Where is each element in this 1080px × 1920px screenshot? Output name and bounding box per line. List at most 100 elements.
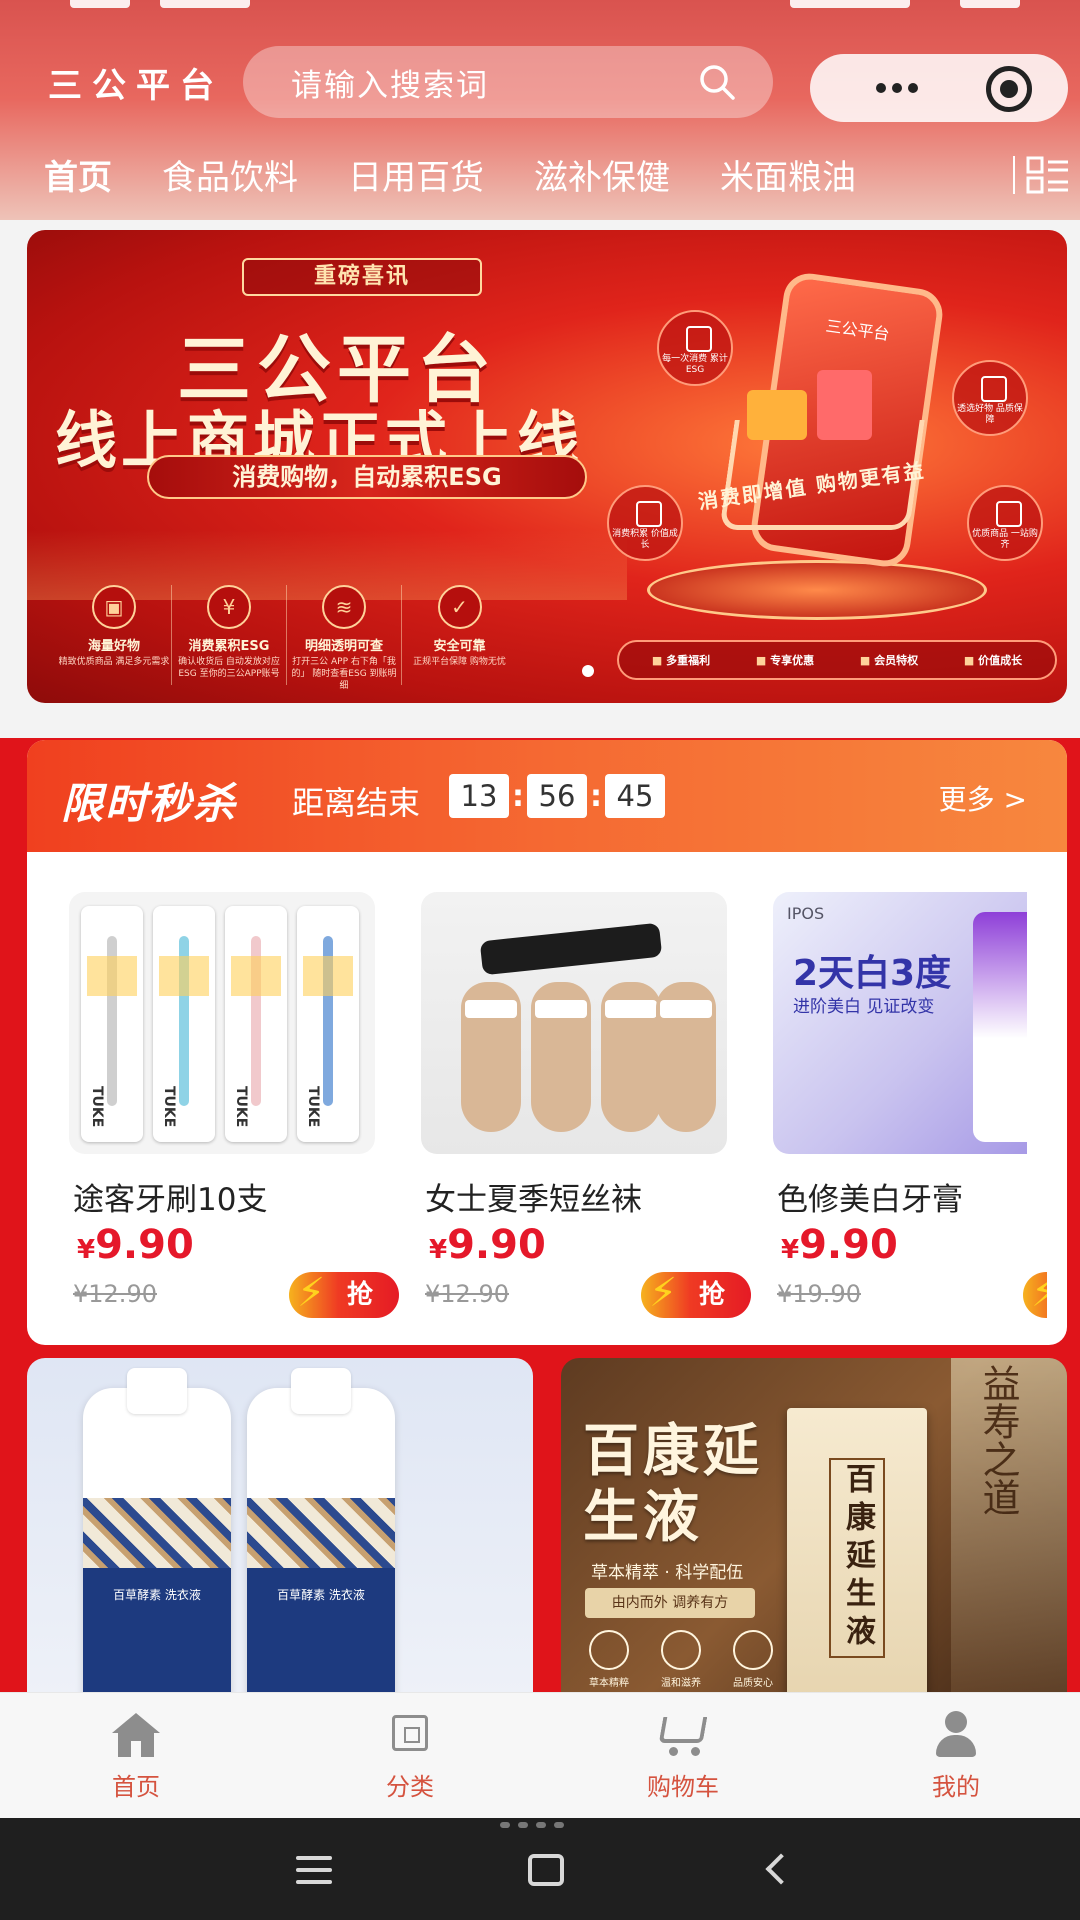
home-button-icon[interactable] <box>528 1854 564 1886</box>
currency-symbol: ¥ <box>77 1235 96 1265</box>
tab-health[interactable]: 滋补保健 <box>534 150 670 199</box>
bag-icon: ▣ <box>92 585 136 629</box>
product-name: 途客牙刷10支 <box>73 1182 268 1218</box>
perk-item: 多重福利 <box>652 652 710 668</box>
countdown-label: 距离结束 <box>292 784 421 822</box>
bottle-label: 百草酵素 洗衣液 <box>277 1588 365 1602</box>
paste-brand: IPOS <box>787 904 825 923</box>
promo-card-detergent[interactable]: 百草酵素 洗衣液 百草酵素 洗衣液 <box>27 1358 533 1698</box>
grab-label: 抢 <box>698 1280 725 1310</box>
perk-item: 价值成长 <box>964 652 1022 668</box>
tab-category-nav[interactable]: 分类 <box>350 1709 470 1802</box>
status-icons-fragment <box>160 0 250 8</box>
display-stage <box>647 560 987 620</box>
promo-card-tonic[interactable]: 益寿之道 百康延生液 草本精萃 · 科学配伍 由内而外 调养有方 草本精粹 温和… <box>561 1358 1067 1698</box>
feature-item: ¥ 消费累积ESG 确认收货后 自动发放对应ESG 至你的三公APP账号 <box>172 585 287 685</box>
grab-button[interactable]: ⚡抢 <box>1023 1270 1047 1318</box>
timer-separator: : <box>512 778 524 814</box>
product-image-socks <box>421 892 727 1154</box>
lightning-icon: ⚡ <box>1031 1270 1047 1316</box>
price-value: 9.90 <box>799 1222 898 1268</box>
original-price: ¥12.90 <box>425 1280 509 1308</box>
perk-item: 专享优惠 <box>756 652 814 668</box>
original-price: ¥19.90 <box>777 1280 861 1308</box>
search-input[interactable]: 请输入搜索词 <box>243 46 773 118</box>
perk-item: 会员特权 <box>860 652 918 668</box>
status-time-fragment <box>70 0 130 8</box>
close-miniapp-icon[interactable] <box>986 66 1032 112</box>
phone-screen-text: 三公平台 <box>824 316 891 344</box>
nourish-icon: 温和滋养 <box>651 1630 711 1689</box>
benefit-bubble: 每一次消费 累计ESG <box>657 310 733 386</box>
shield-icon: ✓ <box>437 585 482 629</box>
tab-food-drink[interactable]: 食品饮料 <box>162 150 298 199</box>
toothbrush-pack: TUKE <box>225 906 287 1142</box>
more-menu-icon[interactable] <box>852 68 942 108</box>
promo-title: 百康延生液 <box>583 1418 763 1550</box>
price-value: 9.90 <box>447 1222 546 1268</box>
promo-ribbon: 由内而外 调养有方 <box>585 1588 755 1618</box>
black-sock <box>479 922 663 976</box>
flash-sale-more-link[interactable]: 更多 > <box>939 778 1027 818</box>
coins-icon: ≋ <box>322 585 366 629</box>
product-card[interactable]: TUKE TUKE TUKE TUKE 途客牙刷10支 ¥9.90 ¥12.90… <box>27 852 399 1345</box>
tab-profile-nav[interactable]: 我的 <box>896 1709 1016 1802</box>
tab-home[interactable]: 首页 <box>44 150 112 199</box>
bottom-tab-bar: 首页 分类 购物车 我的 <box>0 1692 1080 1818</box>
product-card[interactable]: 女士夏季短丝袜 ¥9.90 ¥12.90 ⚡ 抢 <box>379 852 751 1345</box>
calligraphy-text: 益寿之道 <box>976 1364 1020 1516</box>
miniapp-capsule <box>810 54 1068 122</box>
product-price: ¥9.90 <box>77 1222 194 1268</box>
toothbrush-pack: TUKE <box>297 906 359 1142</box>
herb-icon: 草本精粹 <box>579 1630 639 1689</box>
currency-symbol: ¥ <box>781 1235 800 1265</box>
toothpaste-tube <box>973 912 1027 1142</box>
feature-name: 海量好物 <box>87 639 140 654</box>
nude-sock <box>531 982 591 1132</box>
quality-shield-icon: 品质安心 <box>723 1630 783 1689</box>
tab-cart-nav[interactable]: 购物车 <box>623 1709 743 1802</box>
nude-sock <box>601 982 661 1132</box>
page-indicator <box>500 1822 564 1828</box>
benefit-bubble: 优质商品 一站购齐 <box>967 485 1043 561</box>
promo-banner[interactable]: 重磅喜讯 三公平台 线上商城正式上线 消费购物，自动累积ESG ▣ 海量好物 精… <box>27 230 1067 703</box>
icon-caption: 草本精粹 <box>589 1678 629 1689</box>
toothbrush-pack: TUKE <box>81 906 143 1142</box>
flash-sale-header: 限时秒杀 距离结束 13 : 56 : 45 更多 > <box>27 740 1067 852</box>
flash-sale-title: 限时秒杀 <box>61 779 238 828</box>
paste-headline: 2天白3度 <box>793 953 952 994</box>
category-grid-icon[interactable] <box>1012 154 1070 196</box>
currency-symbol: ¥ <box>429 1235 448 1265</box>
product-price: ¥9.90 <box>781 1222 898 1268</box>
tab-daily-goods[interactable]: 日用百货 <box>348 150 484 199</box>
lightning-icon: ⚡ <box>297 1270 326 1316</box>
tonic-package: 百康延生液 <box>787 1408 927 1698</box>
nude-sock <box>656 982 716 1132</box>
recent-apps-icon[interactable] <box>296 1856 332 1884</box>
countdown-seconds: 45 <box>605 774 665 818</box>
feature-desc: 正规平台保障 购物无忧 <box>413 657 506 667</box>
promo-subtitle: 草本精萃 · 科学配伍 <box>591 1563 744 1583</box>
product-card[interactable]: IPOS 2天白3度 进阶美白 见证改变 色修美白牙膏 ¥9.90 ¥19.90… <box>731 852 1047 1345</box>
price-value: 9.90 <box>95 1222 194 1268</box>
toothbrush-pack: TUKE <box>153 906 215 1142</box>
nude-sock <box>461 982 521 1132</box>
back-icon[interactable] <box>765 1853 797 1885</box>
app-header: 三公平台 请输入搜索词 首页 食品饮料 日用百货 滋补保健 米面粮油 <box>0 0 1080 220</box>
carousel-indicator[interactable] <box>582 665 594 677</box>
icon-caption: 温和滋养 <box>661 1678 701 1689</box>
bottle-label: 百草酵素 洗衣液 <box>113 1588 201 1602</box>
detergent-bottle: 百草酵素 洗衣液 <box>83 1368 231 1698</box>
tab-label: 购物车 <box>647 1773 719 1801</box>
search-icon[interactable] <box>697 62 737 102</box>
tab-home-nav[interactable]: 首页 <box>76 1709 196 1802</box>
benefit-bubble: 消费积累 价值成长 <box>607 485 683 561</box>
feature-item: ≋ 明细透明可查 打开三公 APP 右下角「我的」 随时查看ESG 到账明细 <box>287 585 402 691</box>
tab-label: 我的 <box>932 1773 980 1801</box>
tab-grain-oil[interactable]: 米面粮油 <box>720 150 856 199</box>
calligraphy-backdrop: 益寿之道 <box>951 1358 1067 1698</box>
feature-item: ▣ 海量好物 精致优质商品 满足多元需求 <box>57 585 172 685</box>
tab-label: 首页 <box>112 1773 160 1801</box>
banner-slogan: 消费购物，自动累积ESG <box>147 455 587 499</box>
brand-logo: 三公平台 <box>48 66 224 106</box>
